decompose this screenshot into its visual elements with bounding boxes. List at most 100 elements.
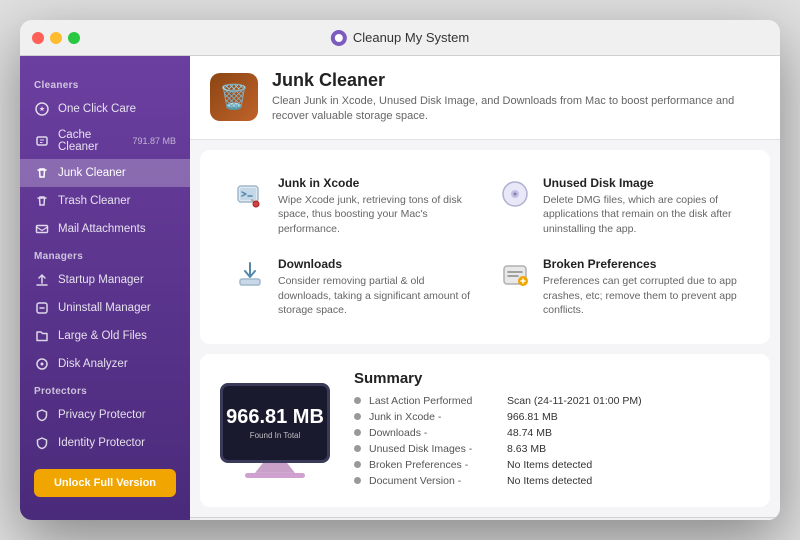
monitor-base	[245, 473, 305, 478]
sidebar-item-trash-cleaner[interactable]: Trash Cleaner	[20, 187, 190, 215]
identity-shield-icon	[34, 435, 50, 451]
broken-preferences-content: Broken Preferences Preferences can get c…	[543, 257, 738, 318]
star-icon	[34, 101, 50, 117]
summary-row: Junk in Xcode - 966.81 MB	[354, 411, 750, 423]
unused-disk-image-content: Unused Disk Image Delete DMG files, whic…	[543, 176, 738, 237]
summary-row: Broken Preferences - No Items detected	[354, 459, 750, 471]
minimize-button[interactable]	[50, 32, 62, 44]
sidebar-item-one-click-care[interactable]: One Click Care	[20, 95, 190, 123]
content-title: Junk Cleaner	[272, 70, 752, 91]
broken-preferences-description: Preferences can get corrupted due to app…	[543, 274, 738, 318]
downloads-title: Downloads	[278, 257, 473, 271]
summary-row-label: Document Version -	[369, 475, 499, 487]
trash-icon	[34, 193, 50, 209]
summary-row-label: Junk in Xcode -	[369, 411, 499, 423]
summary-row: Document Version - No Items detected	[354, 475, 750, 487]
total-mb-label: Found In Total	[250, 431, 301, 440]
summary-row-value: Scan (24-11-2021 01:00 PM)	[507, 395, 642, 407]
sidebar-item-junk-cleaner[interactable]: Junk Cleaner	[20, 159, 190, 187]
files-icon	[34, 328, 50, 344]
summary-dot	[354, 461, 361, 468]
disk-image-icon	[497, 176, 533, 212]
app-icon	[331, 30, 347, 46]
feature-downloads: Downloads Consider removing partial & ol…	[220, 247, 485, 328]
disk-analyzer-label: Disk Analyzer	[58, 358, 176, 370]
title-bar: Cleanup My System	[20, 20, 780, 56]
feature-junk-in-xcode: Junk in Xcode Wipe Xcode junk, retrievin…	[220, 166, 485, 247]
privacy-shield-icon	[34, 407, 50, 423]
sidebar-footer: Unlock Full Version	[20, 457, 190, 509]
sidebar-item-privacy-protector[interactable]: Privacy Protector	[20, 401, 190, 429]
sidebar-item-disk-analyzer[interactable]: Disk Analyzer	[20, 350, 190, 378]
content-description: Clean Junk in Xcode, Unused Disk Image, …	[272, 94, 752, 125]
summary-row-value: No Items detected	[507, 459, 592, 471]
one-click-care-label: One Click Care	[58, 103, 176, 115]
title-bar-center: Cleanup My System	[331, 30, 469, 46]
content-header: 🗑️ Junk Cleaner Clean Junk in Xcode, Unu…	[190, 56, 780, 140]
feature-unused-disk-image: Unused Disk Image Delete DMG files, whic…	[485, 166, 750, 247]
disk-icon	[34, 356, 50, 372]
sidebar-item-identity-protector[interactable]: Identity Protector	[20, 429, 190, 457]
summary-row-label: Last Action Performed	[369, 395, 499, 407]
uninstall-icon	[34, 300, 50, 316]
summary-dot	[354, 445, 361, 452]
monitor-screen: 966.81 MB Found In Total	[220, 383, 330, 463]
privacy-protector-label: Privacy Protector	[58, 409, 176, 421]
summary-row-value: 48.74 MB	[507, 427, 552, 439]
unlock-full-version-button[interactable]: Unlock Full Version	[34, 469, 176, 497]
close-button[interactable]	[32, 32, 44, 44]
summary-row: Last Action Performed Scan (24-11-2021 0…	[354, 395, 750, 407]
summary-content: Summary Last Action Performed Scan (24-1…	[354, 370, 750, 491]
junk-in-xcode-description: Wipe Xcode junk, retrieving tons of disk…	[278, 193, 473, 237]
summary-rows: Last Action Performed Scan (24-11-2021 0…	[354, 395, 750, 487]
sidebar-item-large-old-files[interactable]: Large & Old Files	[20, 322, 190, 350]
cache-cleaner-badge: 791.87 MB	[132, 136, 176, 146]
startup-manager-label: Startup Manager	[58, 274, 176, 286]
content-header-text: Junk Cleaner Clean Junk in Xcode, Unused…	[272, 70, 752, 125]
sidebar-item-mail-attachments[interactable]: Mail Attachments	[20, 215, 190, 243]
sidebar-item-startup-manager[interactable]: Startup Manager	[20, 266, 190, 294]
summary-monitor: 966.81 MB Found In Total	[220, 383, 330, 478]
total-mb-value: 966.81 MB	[226, 406, 324, 429]
junk-icon	[34, 165, 50, 181]
identity-protector-label: Identity Protector	[58, 437, 176, 449]
sidebar-item-cache-cleaner[interactable]: Cache Cleaner 791.87 MB	[20, 123, 190, 159]
main-layout: Cleaners One Click Care Cache	[20, 56, 780, 520]
junk-cleaner-icon: 🗑️	[210, 73, 258, 121]
summary-dot	[354, 413, 361, 420]
broken-preferences-title: Broken Preferences	[543, 257, 738, 271]
cache-cleaner-label: Cache Cleaner	[58, 129, 124, 153]
unused-disk-image-description: Delete DMG files, which are copies of ap…	[543, 193, 738, 237]
downloads-icon	[232, 257, 268, 293]
summary-dot	[354, 429, 361, 436]
bottom-bar: Scan Now	[190, 517, 780, 520]
summary-row-value: 8.63 MB	[507, 443, 546, 455]
monitor-stand	[255, 463, 295, 473]
summary-row-label: Downloads -	[369, 427, 499, 439]
downloads-content: Downloads Consider removing partial & ol…	[278, 257, 473, 318]
app-window: Cleanup My System Cleaners One Click Car…	[20, 20, 780, 520]
xcode-icon	[232, 176, 268, 212]
summary-row-value: No Items detected	[507, 475, 592, 487]
cleaners-section-label: Cleaners	[20, 72, 190, 95]
preferences-icon	[497, 257, 533, 293]
content-area: 🗑️ Junk Cleaner Clean Junk in Xcode, Unu…	[190, 56, 780, 520]
unused-disk-image-title: Unused Disk Image	[543, 176, 738, 190]
junk-cleaner-label: Junk Cleaner	[58, 167, 176, 179]
summary-dot	[354, 477, 361, 484]
summary-row: Unused Disk Images - 8.63 MB	[354, 443, 750, 455]
summary-title: Summary	[354, 370, 750, 387]
summary-section: 966.81 MB Found In Total Summary Last Ac…	[200, 354, 770, 507]
mail-attachments-label: Mail Attachments	[58, 223, 176, 235]
mail-icon	[34, 221, 50, 237]
summary-row-label: Unused Disk Images -	[369, 443, 499, 455]
summary-dot	[354, 397, 361, 404]
maximize-button[interactable]	[68, 32, 80, 44]
sidebar-item-uninstall-manager[interactable]: Uninstall Manager	[20, 294, 190, 322]
managers-section-label: Managers	[20, 243, 190, 266]
feature-grid: Junk in Xcode Wipe Xcode junk, retrievin…	[200, 150, 770, 344]
downloads-description: Consider removing partial & old download…	[278, 274, 473, 318]
window-title: Cleanup My System	[353, 30, 469, 45]
trash-cleaner-label: Trash Cleaner	[58, 195, 176, 207]
junk-in-xcode-content: Junk in Xcode Wipe Xcode junk, retrievin…	[278, 176, 473, 237]
